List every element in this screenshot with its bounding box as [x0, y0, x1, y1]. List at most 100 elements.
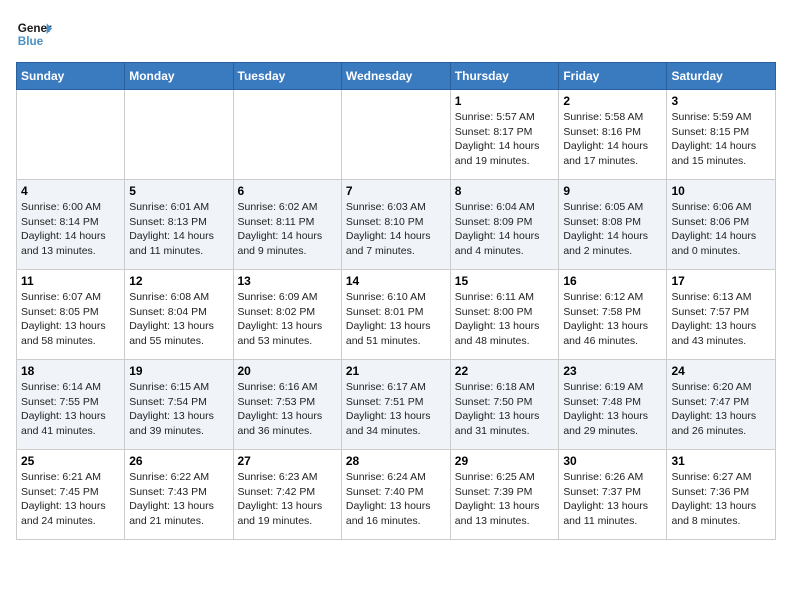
calendar-cell: 21 Sunrise: 6:17 AMSunset: 7:51 PMDayligh… — [341, 360, 450, 450]
day-info: Sunrise: 6:24 AMSunset: 7:40 PMDaylight:… — [346, 470, 446, 529]
day-number: 25 — [21, 454, 120, 468]
day-number: 31 — [671, 454, 771, 468]
day-info: Sunrise: 6:00 AMSunset: 8:14 PMDaylight:… — [21, 200, 120, 259]
day-number: 2 — [563, 94, 662, 108]
calendar-cell: 29 Sunrise: 6:25 AMSunset: 7:39 PMDayligh… — [450, 450, 559, 540]
day-number: 6 — [238, 184, 337, 198]
day-info: Sunrise: 6:18 AMSunset: 7:50 PMDaylight:… — [455, 380, 555, 439]
day-number: 15 — [455, 274, 555, 288]
calendar-cell: 20Sunrise: 6:16 AMSunset: 7:53 PMDayligh… — [233, 360, 341, 450]
calendar-cell — [341, 90, 450, 180]
calendar-header-row: SundayMondayTuesdayWednesdayThursdayFrid… — [17, 63, 776, 90]
day-info: Sunrise: 6:27 AMSunset: 7:36 PMDaylight:… — [671, 470, 771, 529]
day-number: 13 — [238, 274, 337, 288]
day-info: Sunrise: 6:26 AMSunset: 7:37 PMDaylight:… — [563, 470, 662, 529]
weekday-header: Tuesday — [233, 63, 341, 90]
calendar-cell — [233, 90, 341, 180]
day-number: 18 — [21, 364, 120, 378]
day-number: 3 — [671, 94, 771, 108]
day-info: Sunrise: 5:58 AMSunset: 8:16 PMDaylight:… — [563, 110, 662, 169]
calendar-week-row: 4 Sunrise: 6:00 AMSunset: 8:14 PMDaylight… — [17, 180, 776, 270]
day-info: Sunrise: 6:03 AMSunset: 8:10 PMDaylight:… — [346, 200, 446, 259]
calendar-cell: 5 Sunrise: 6:01 AMSunset: 8:13 PMDaylight… — [125, 180, 233, 270]
page-header: General Blue — [16, 16, 776, 52]
calendar-week-row: 25 Sunrise: 6:21 AMSunset: 7:45 PMDayligh… — [17, 450, 776, 540]
day-info: Sunrise: 6:09 AMSunset: 8:02 PMDaylight:… — [238, 290, 337, 349]
day-number: 4 — [21, 184, 120, 198]
calendar-cell: 8 Sunrise: 6:04 AMSunset: 8:09 PMDaylight… — [450, 180, 559, 270]
day-number: 5 — [129, 184, 228, 198]
calendar-cell: 24Sunrise: 6:20 AMSunset: 7:47 PMDayligh… — [667, 360, 776, 450]
day-info: Sunrise: 6:07 AMSunset: 8:05 PMDaylight:… — [21, 290, 120, 349]
day-info: Sunrise: 6:17 AMSunset: 7:51 PMDaylight:… — [346, 380, 446, 439]
calendar-cell: 27 Sunrise: 6:23 AMSunset: 7:42 PMDayligh… — [233, 450, 341, 540]
day-info: Sunrise: 6:14 AMSunset: 7:55 PMDaylight:… — [21, 380, 120, 439]
day-info: Sunrise: 6:04 AMSunset: 8:09 PMDaylight:… — [455, 200, 555, 259]
day-info: Sunrise: 6:15 AMSunset: 7:54 PMDaylight:… — [129, 380, 228, 439]
day-info: Sunrise: 5:57 AMSunset: 8:17 PMDaylight:… — [455, 110, 555, 169]
day-number: 10 — [671, 184, 771, 198]
weekday-header: Monday — [125, 63, 233, 90]
calendar-week-row: 11 Sunrise: 6:07 AMSunset: 8:05 PMDayligh… — [17, 270, 776, 360]
weekday-header: Saturday — [667, 63, 776, 90]
calendar-cell: 10Sunrise: 6:06 AMSunset: 8:06 PMDayligh… — [667, 180, 776, 270]
calendar-week-row: 18 Sunrise: 6:14 AMSunset: 7:55 PMDayligh… — [17, 360, 776, 450]
calendar-cell — [17, 90, 125, 180]
day-number: 7 — [346, 184, 446, 198]
day-info: Sunrise: 6:10 AMSunset: 8:01 PMDaylight:… — [346, 290, 446, 349]
calendar-cell: 14Sunrise: 6:10 AMSunset: 8:01 PMDayligh… — [341, 270, 450, 360]
weekday-header: Wednesday — [341, 63, 450, 90]
calendar-cell: 15 Sunrise: 6:11 AMSunset: 8:00 PMDayligh… — [450, 270, 559, 360]
day-number: 9 — [563, 184, 662, 198]
day-info: Sunrise: 6:13 AMSunset: 7:57 PMDaylight:… — [671, 290, 771, 349]
day-info: Sunrise: 6:19 AMSunset: 7:48 PMDaylight:… — [563, 380, 662, 439]
calendar-week-row: 1Sunrise: 5:57 AMSunset: 8:17 PMDaylight… — [17, 90, 776, 180]
day-number: 29 — [455, 454, 555, 468]
calendar-cell: 9Sunrise: 6:05 AMSunset: 8:08 PMDaylight… — [559, 180, 667, 270]
day-number: 24 — [671, 364, 771, 378]
calendar-cell: 18 Sunrise: 6:14 AMSunset: 7:55 PMDayligh… — [17, 360, 125, 450]
day-number: 21 — [346, 364, 446, 378]
day-info: Sunrise: 6:11 AMSunset: 8:00 PMDaylight:… — [455, 290, 555, 349]
day-info: Sunrise: 6:12 AMSunset: 7:58 PMDaylight:… — [563, 290, 662, 349]
calendar-cell: 12Sunrise: 6:08 AMSunset: 8:04 PMDayligh… — [125, 270, 233, 360]
day-number: 12 — [129, 274, 228, 288]
weekday-header: Sunday — [17, 63, 125, 90]
calendar-cell: 4 Sunrise: 6:00 AMSunset: 8:14 PMDaylight… — [17, 180, 125, 270]
calendar-cell: 17 Sunrise: 6:13 AMSunset: 7:57 PMDayligh… — [667, 270, 776, 360]
logo: General Blue — [16, 16, 52, 52]
day-info: Sunrise: 6:01 AMSunset: 8:13 PMDaylight:… — [129, 200, 228, 259]
day-number: 19 — [129, 364, 228, 378]
day-info: Sunrise: 6:22 AMSunset: 7:43 PMDaylight:… — [129, 470, 228, 529]
calendar-cell: 11 Sunrise: 6:07 AMSunset: 8:05 PMDayligh… — [17, 270, 125, 360]
calendar-cell: 31 Sunrise: 6:27 AMSunset: 7:36 PMDayligh… — [667, 450, 776, 540]
svg-text:Blue: Blue — [18, 35, 44, 48]
day-info: Sunrise: 6:02 AMSunset: 8:11 PMDaylight:… — [238, 200, 337, 259]
day-info: Sunrise: 6:16 AMSunset: 7:53 PMDaylight:… — [238, 380, 337, 439]
calendar-cell: 25 Sunrise: 6:21 AMSunset: 7:45 PMDayligh… — [17, 450, 125, 540]
day-number: 26 — [129, 454, 228, 468]
logo-icon: General Blue — [16, 16, 52, 52]
calendar-table: SundayMondayTuesdayWednesdayThursdayFrid… — [16, 62, 776, 540]
day-number: 16 — [563, 274, 662, 288]
day-number: 11 — [21, 274, 120, 288]
day-info: Sunrise: 6:25 AMSunset: 7:39 PMDaylight:… — [455, 470, 555, 529]
calendar-cell: 22 Sunrise: 6:18 AMSunset: 7:50 PMDayligh… — [450, 360, 559, 450]
calendar-cell: 1Sunrise: 5:57 AMSunset: 8:17 PMDaylight… — [450, 90, 559, 180]
day-info: Sunrise: 6:21 AMSunset: 7:45 PMDaylight:… — [21, 470, 120, 529]
calendar-cell: 28 Sunrise: 6:24 AMSunset: 7:40 PMDayligh… — [341, 450, 450, 540]
calendar-cell: 30 Sunrise: 6:26 AMSunset: 7:37 PMDayligh… — [559, 450, 667, 540]
day-number: 30 — [563, 454, 662, 468]
calendar-cell: 23Sunrise: 6:19 AMSunset: 7:48 PMDayligh… — [559, 360, 667, 450]
day-number: 22 — [455, 364, 555, 378]
day-info: Sunrise: 6:23 AMSunset: 7:42 PMDaylight:… — [238, 470, 337, 529]
calendar-cell: 26 Sunrise: 6:22 AMSunset: 7:43 PMDayligh… — [125, 450, 233, 540]
day-number: 8 — [455, 184, 555, 198]
calendar-cell: 19 Sunrise: 6:15 AMSunset: 7:54 PMDayligh… — [125, 360, 233, 450]
calendar-cell — [125, 90, 233, 180]
day-number: 17 — [671, 274, 771, 288]
day-number: 28 — [346, 454, 446, 468]
weekday-header: Thursday — [450, 63, 559, 90]
day-number: 27 — [238, 454, 337, 468]
calendar-cell: 16 Sunrise: 6:12 AMSunset: 7:58 PMDayligh… — [559, 270, 667, 360]
